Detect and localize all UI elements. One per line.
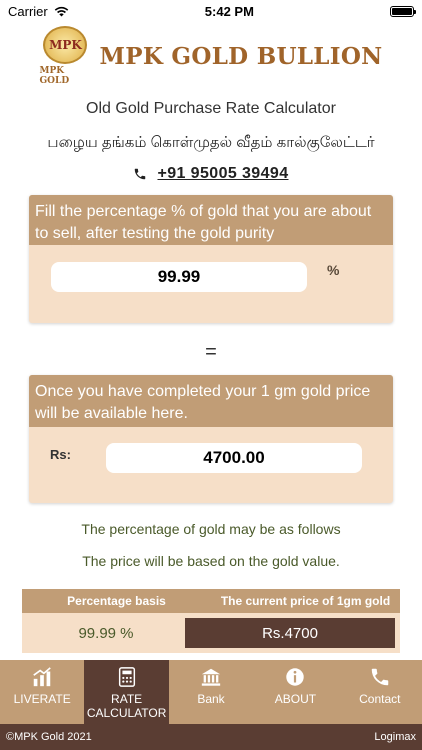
info-text-1: The percentage of gold may be as follows — [81, 521, 341, 537]
rate-table: Percentage basis The current price of 1g… — [22, 589, 400, 653]
calculator-icon — [118, 667, 135, 687]
page-title-tamil: பழைய தங்கம் கொள்முதல் வீதம் கால்குலேட்டர… — [47, 134, 375, 151]
status-left: Carrier — [8, 4, 69, 19]
tab-contact[interactable]: Contact — [338, 660, 422, 724]
tab-bar: LIVERATE RATE CALCULATOR Bank ABOUT Cont… — [0, 660, 422, 724]
info-icon — [286, 668, 305, 686]
bank-icon — [201, 668, 221, 686]
price-card: Once you have completed your 1 gm gold p… — [29, 375, 393, 503]
rate-table-header: Percentage basis The current price of 1g… — [22, 589, 400, 613]
price-label: Rs: — [50, 447, 71, 462]
header-percentage: Percentage basis — [67, 594, 166, 608]
tab-bank[interactable]: Bank — [169, 660, 253, 724]
chart-icon — [33, 667, 51, 687]
logo-subtitle: MPK GOLD — [39, 66, 70, 86]
percent-sign: % — [327, 262, 340, 278]
tab-label: LIVERATE — [13, 692, 71, 706]
info-text-2: The price will be based on the gold valu… — [82, 553, 340, 569]
purity-input[interactable]: 99.99 — [51, 262, 307, 292]
purity-card: Fill the percentage % of gold that you a… — [29, 195, 393, 323]
purity-instruction: Fill the percentage % of gold that you a… — [29, 195, 393, 245]
status-bar: Carrier 5:42 PM — [0, 0, 422, 22]
price-body: Rs: 4700.00 — [29, 427, 393, 503]
phone-icon — [135, 168, 146, 180]
carrier-label: Carrier — [8, 3, 48, 19]
tab-label: Contact — [359, 692, 401, 706]
row-price: Rs.4700 — [185, 618, 395, 648]
page-title: Old Gold Purchase Rate Calculator — [86, 100, 336, 117]
tab-liverate[interactable]: LIVERATE — [0, 660, 84, 724]
phone-icon — [371, 668, 389, 686]
row-percentage: 99.99 % — [78, 624, 134, 642]
phone-number[interactable]: +91 95005 39494 — [157, 165, 288, 183]
battery-icon — [390, 5, 416, 17]
equals-sign: = — [205, 341, 217, 363]
table-row: 99.99 % Rs.4700 — [22, 613, 400, 653]
wifi-icon — [54, 6, 68, 16]
price-output: 4700.00 — [106, 443, 362, 473]
phone-link[interactable]: +91 95005 39494 — [0, 165, 422, 183]
brand-logo: MPK MPK GOLD — [39, 26, 91, 86]
tab-rate-calculator[interactable]: RATE CALCULATOR — [84, 660, 169, 724]
tab-label: RATE CALCULATOR — [86, 692, 167, 720]
tab-about[interactable]: ABOUT — [253, 660, 337, 724]
header-price: The current price of 1gm gold — [220, 594, 391, 608]
footer: ©MPK Gold 2021 Logimax — [0, 724, 422, 750]
status-time: 5:42 PM — [204, 3, 254, 19]
tab-label: Bank — [197, 692, 225, 706]
brand-name: MPK GOLD BULLION — [99, 42, 383, 70]
purity-body: 99.99 % — [29, 245, 393, 323]
price-instruction: Once you have completed your 1 gm gold p… — [29, 375, 393, 427]
developer-credit: Logimax — [374, 731, 416, 743]
tab-label: ABOUT — [274, 692, 317, 706]
logo-emblem: MPK — [43, 26, 88, 64]
app-header: MPK MPK GOLD MPK GOLD BULLION — [0, 22, 422, 90]
copyright-text: ©MPK Gold 2021 — [6, 731, 92, 743]
